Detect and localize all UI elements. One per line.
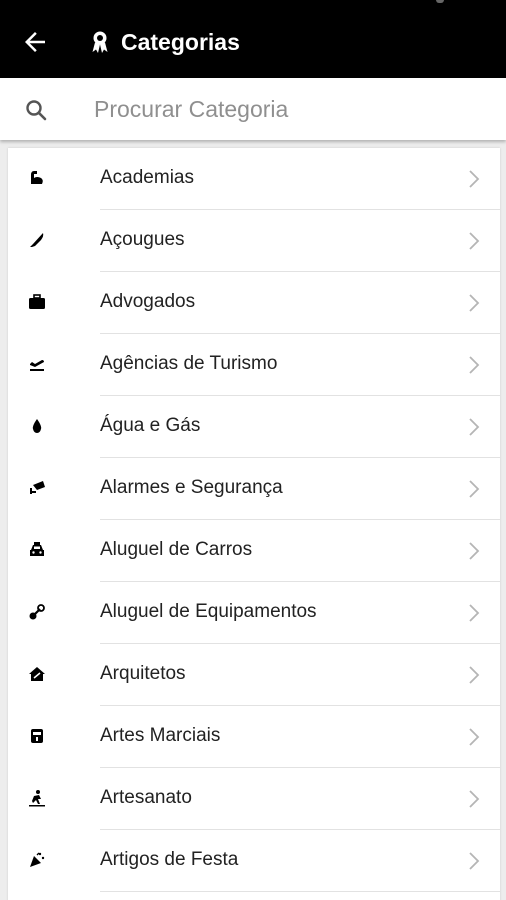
chevron-right-icon (469, 232, 480, 250)
arrow-back-icon[interactable] (20, 27, 50, 57)
app-bar: Categorias (0, 0, 506, 78)
chevron-right-icon (469, 666, 480, 684)
list-item-label: Advogados (100, 291, 196, 312)
list-item-label: Açougues (100, 229, 185, 250)
chevron-right-icon (469, 480, 480, 498)
list-item-artes-marciais[interactable]: Artes Marciais (8, 706, 500, 768)
list-item-label: Artesanato (100, 787, 192, 808)
list-item-label: Alarmes e Segurança (100, 477, 283, 498)
chevron-right-icon (469, 728, 480, 746)
list-item-label: Artes Marciais (100, 725, 221, 746)
search-bar (0, 78, 506, 140)
chevron-right-icon (469, 170, 480, 188)
chevron-right-icon (469, 356, 480, 374)
list-item-label: Arquitetos (100, 663, 186, 684)
list-item-aluguel-de-carros[interactable]: Aluguel de Carros (8, 520, 500, 582)
list-item-advogados[interactable]: Advogados (8, 272, 500, 334)
list-item-arquitetos[interactable]: Arquitetos (8, 644, 500, 706)
house-icon (29, 667, 45, 681)
list-item-agencias-de-turismo[interactable]: Agências de Turismo (8, 334, 500, 396)
list-item-label: Aluguel de Carros (100, 539, 253, 560)
list-item-acougues[interactable]: Açougues (8, 210, 500, 272)
list-item-academias[interactable]: Academias (8, 148, 500, 210)
knife-icon (30, 233, 44, 247)
chevron-right-icon (469, 790, 480, 808)
list-item-label: Agências de Turismo (100, 353, 278, 374)
list-item-label: Artigos de Festa (100, 849, 239, 870)
list-item-artesanato[interactable]: Artesanato (8, 768, 500, 830)
chevron-right-icon (469, 542, 480, 560)
chevron-right-icon (469, 852, 480, 870)
craft-person-icon (29, 790, 45, 807)
airplane-takeoff-icon (30, 360, 44, 371)
flexed-arm-icon (31, 171, 43, 184)
list-item-label: Água e Gás (100, 415, 201, 436)
list-item-label: Aluguel de Equipamentos (100, 601, 317, 622)
page-title: Categorias (121, 29, 240, 55)
chevron-right-icon (469, 604, 480, 622)
list-item-aluguel-de-equipamentos[interactable]: Aluguel de Equipamentos (8, 582, 500, 644)
ribbon-award-icon (92, 31, 108, 53)
list-item-agua-e-gas[interactable]: Água e Gás (8, 396, 500, 458)
divider (100, 891, 500, 892)
status-indicator (436, 0, 444, 3)
belt-icon (31, 729, 43, 743)
search-icon (26, 100, 47, 121)
chevron-right-icon (469, 294, 480, 312)
category-list: Academias Açougues Advogados Agências de… (8, 148, 500, 900)
list-item-label: Academias (100, 167, 194, 188)
security-camera-icon (30, 481, 45, 494)
list-item-artigos-de-festa[interactable]: Artigos de Festa (8, 830, 500, 892)
water-drop-icon (32, 419, 42, 433)
party-popper-icon (30, 852, 45, 867)
chevron-right-icon (469, 418, 480, 436)
car-icon (30, 542, 44, 556)
list-item-alarmes-e-seguranca[interactable]: Alarmes e Segurança (8, 458, 500, 520)
tools-icon (29, 604, 45, 620)
search-input[interactable] (94, 92, 484, 126)
briefcase-icon (29, 294, 45, 309)
